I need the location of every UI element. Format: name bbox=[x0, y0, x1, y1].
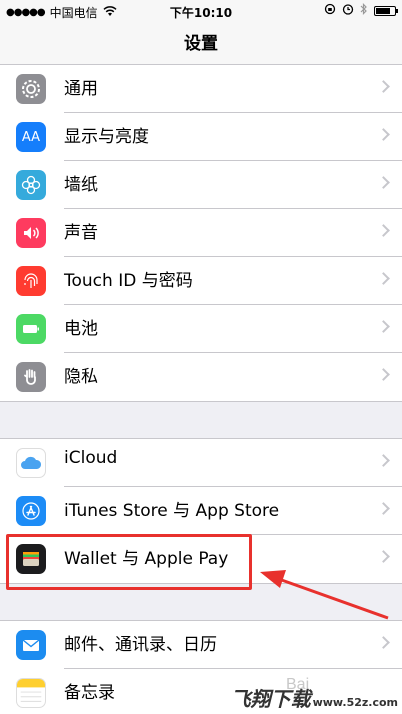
bluetooth-icon bbox=[360, 3, 368, 18]
settings-row-wallpaper[interactable]: 墙纸 bbox=[0, 161, 402, 209]
site-watermark: 飞翔下载 www.52z.com bbox=[231, 683, 398, 712]
settings-row-label: 隐私 bbox=[64, 367, 98, 387]
settings-row-privacy[interactable]: 隐私 bbox=[0, 353, 402, 401]
rotation-lock-icon bbox=[324, 3, 336, 18]
gear-icon bbox=[16, 74, 46, 104]
battery-icon bbox=[16, 314, 46, 344]
settings-row-label: 通用 bbox=[64, 79, 98, 99]
settings-row-icloud[interactable]: iCloud bbox=[0, 439, 402, 487]
settings-row-label: 墙纸 bbox=[64, 175, 98, 195]
settings-row-label: Touch ID 与密码 bbox=[64, 271, 193, 291]
chevron-right-icon bbox=[377, 80, 390, 93]
chevron-right-icon bbox=[377, 128, 390, 141]
settings-row-label: 邮件、通讯录、日历 bbox=[64, 635, 217, 655]
chevron-right-icon bbox=[377, 368, 390, 381]
chevron-right-icon bbox=[377, 502, 390, 515]
settings-row-label: 电池 bbox=[64, 319, 98, 339]
status-bar: ●●●●● 中国电信 下午10:10 bbox=[0, 0, 402, 22]
hand-icon bbox=[16, 362, 46, 392]
watermark-brand: 飞翔下载 bbox=[230, 687, 311, 711]
watermark-url: www.52z.com bbox=[312, 696, 398, 709]
settings-row-label: 声音 bbox=[64, 223, 98, 243]
mail-icon bbox=[16, 630, 46, 660]
settings-row-label: iTunes Store 与 App Store bbox=[64, 501, 280, 521]
settings-row-sounds[interactable]: 声音 bbox=[0, 209, 402, 257]
highlight-box bbox=[6, 534, 252, 590]
cloud-icon bbox=[16, 448, 46, 478]
notes-icon bbox=[16, 678, 46, 708]
alarm-icon bbox=[342, 3, 354, 18]
settings-row-itunes-app-store[interactable]: iTunes Store 与 App Store bbox=[0, 487, 402, 535]
chevron-right-icon bbox=[377, 454, 390, 467]
speaker-icon bbox=[16, 218, 46, 248]
fingerprint-icon bbox=[16, 266, 46, 296]
page-title: 设置 bbox=[184, 34, 218, 54]
settings-row-label: iCloud bbox=[64, 448, 118, 468]
settings-row-general[interactable]: 通用 bbox=[0, 65, 402, 113]
chevron-right-icon bbox=[377, 224, 390, 237]
settings-group-1: 通用 AA 显示与亮度 墙纸 声音 Touch ID 与密码 电池 隐私 bbox=[0, 64, 402, 402]
chevron-right-icon bbox=[377, 176, 390, 189]
chevron-right-icon bbox=[377, 550, 390, 563]
aa-icon: AA bbox=[16, 122, 46, 152]
flower-icon bbox=[16, 170, 46, 200]
chevron-right-icon bbox=[377, 636, 390, 649]
settings-row-touch-id[interactable]: Touch ID 与密码 bbox=[0, 257, 402, 305]
aa-icon-text: AA bbox=[21, 129, 41, 145]
chevron-right-icon bbox=[377, 272, 390, 285]
app-store-icon bbox=[16, 496, 46, 526]
settings-row-display[interactable]: AA 显示与亮度 bbox=[0, 113, 402, 161]
settings-row-label: 备忘录 bbox=[64, 683, 115, 703]
battery-icon bbox=[374, 5, 398, 16]
settings-row-battery[interactable]: 电池 bbox=[0, 305, 402, 353]
chevron-right-icon bbox=[377, 320, 390, 333]
settings-row-mail-contacts-calendars[interactable]: 邮件、通讯录、日历 bbox=[0, 621, 402, 669]
settings-row-label: 显示与亮度 bbox=[64, 127, 149, 147]
navigation-bar: 设置 bbox=[0, 22, 402, 66]
